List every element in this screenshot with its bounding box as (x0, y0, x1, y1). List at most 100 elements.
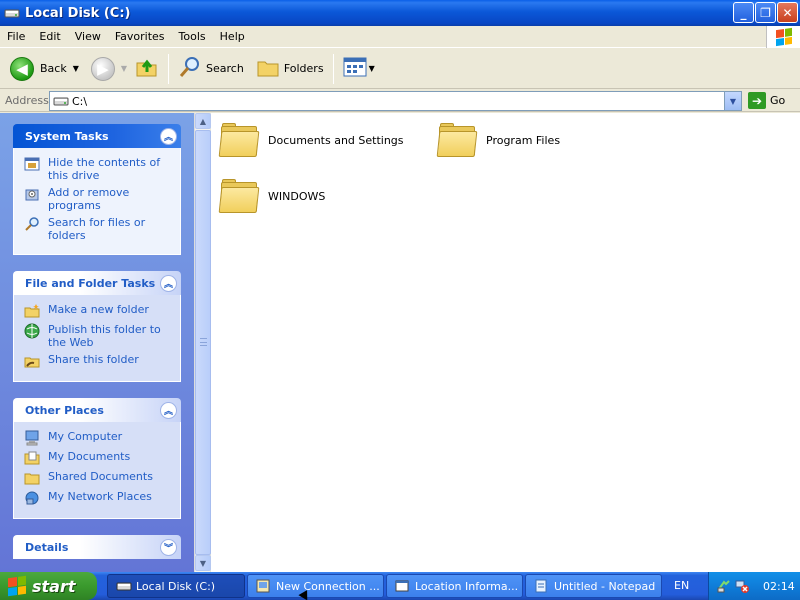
shared-documents-icon (24, 470, 40, 486)
address-bar: Address C:\ ▼ ➔ Go (0, 90, 800, 112)
file-folder-tasks-body: Make a new folder Publish this folder to… (13, 295, 181, 382)
menu-help[interactable]: Help (213, 30, 252, 43)
views-icon (343, 56, 367, 81)
collapse-chevron-icon[interactable]: ︽ (160, 127, 177, 145)
file-folder-tasks-panel: File and Folder Tasks ︽ Make a new folde… (13, 271, 181, 382)
place-shared-documents[interactable]: Shared Documents (24, 470, 172, 486)
menu-view[interactable]: View (68, 30, 108, 43)
scroll-up-icon[interactable]: ▲ (195, 113, 211, 129)
share-folder-icon (24, 353, 40, 369)
scroll-thumb[interactable] (195, 130, 211, 555)
go-label: Go (770, 94, 786, 107)
clock[interactable]: 02:14 (763, 580, 795, 593)
task-share-folder[interactable]: Share this folder (24, 353, 172, 369)
task-label: Add or remove programs (48, 186, 130, 212)
forward-dropdown-icon[interactable]: ▼ (121, 64, 127, 73)
go-button[interactable]: ➔ Go (748, 92, 785, 109)
system-tasks-title: System Tasks (25, 129, 109, 143)
up-folder-button[interactable] (131, 52, 163, 86)
task-search-files[interactable]: Search for files or folders (24, 216, 172, 242)
close-button[interactable]: ✕ (777, 2, 798, 23)
search-button[interactable]: Search (174, 52, 248, 86)
file-folder-tasks-title: File and Folder Tasks (25, 276, 156, 290)
back-dropdown-icon[interactable]: ▼ (73, 64, 79, 73)
taskbar-button-new-connection[interactable]: New Connection ... (247, 574, 384, 598)
menu-tools[interactable]: Tools (172, 30, 213, 43)
search-icon (24, 216, 40, 232)
network-places-icon (24, 490, 40, 506)
task-label: Search for files or folders (48, 216, 146, 242)
my-documents-icon (24, 450, 40, 466)
task-pane-scrollbar[interactable]: ▲ ▼ (194, 113, 211, 572)
folder-name: WINDOWS (268, 189, 326, 203)
taskbar-button-notepad[interactable]: Untitled - Notepad (525, 574, 662, 598)
drive-icon (116, 579, 132, 593)
search-label: Search (206, 62, 244, 75)
other-places-panel: Other Places ︽ My Computer My Documents (13, 398, 181, 519)
folder-name: Program Files (486, 133, 561, 147)
views-button[interactable]: ▼ (339, 52, 379, 86)
network-disconnected-icon[interactable] (735, 579, 749, 593)
add-remove-programs-icon (24, 186, 40, 202)
task-make-new-folder[interactable]: Make a new folder (24, 303, 172, 319)
details-title: Details (25, 540, 69, 554)
task-label: Publish this folder to the Web (48, 323, 161, 349)
toolbar: ◀ Back ▼ ▶ ▼ Search Folders ▼ (0, 49, 800, 89)
up-folder-icon (135, 55, 159, 82)
taskbar-button-label: Untitled - Notepad (554, 579, 656, 593)
menu-file[interactable]: File (0, 30, 32, 43)
collapse-chevron-icon[interactable]: ︽ (160, 274, 177, 292)
place-my-documents[interactable]: My Documents (24, 450, 172, 466)
windows-flag-icon (8, 575, 26, 597)
place-network-places[interactable]: My Network Places (24, 490, 172, 506)
windows-flag-icon (775, 27, 792, 47)
other-places-header[interactable]: Other Places ︽ (13, 398, 181, 422)
back-button[interactable]: ◀ Back ▼ (6, 52, 83, 86)
file-folder-tasks-header[interactable]: File and Folder Tasks ︽ (13, 271, 181, 295)
task-pane: System Tasks ︽ Hide the contents of this… (0, 113, 194, 572)
place-my-computer[interactable]: My Computer (24, 430, 172, 446)
folders-button[interactable]: Folders (252, 52, 328, 86)
menu-bar: File Edit View Favorites Tools Help (0, 26, 800, 48)
menu-edit[interactable]: Edit (32, 30, 67, 43)
collapse-chevron-icon[interactable]: ︽ (160, 401, 177, 419)
task-publish-web[interactable]: Publish this folder to the Web (24, 323, 172, 349)
folder-item[interactable]: WINDOWS (218, 179, 326, 213)
my-computer-icon (24, 430, 40, 446)
address-dropdown-icon[interactable]: ▼ (724, 92, 741, 110)
folder-content-view: Documents and Settings Program Files WIN… (211, 113, 800, 572)
views-dropdown-icon: ▼ (368, 64, 375, 73)
address-input[interactable]: C:\ ▼ (49, 91, 742, 111)
system-tray: 02:14 (708, 572, 800, 600)
safely-remove-hardware-icon[interactable] (717, 579, 731, 593)
taskbar-button-location-info[interactable]: Location Informa... (386, 574, 523, 598)
folder-item[interactable]: Documents and Settings (218, 123, 404, 157)
hide-contents-icon (24, 156, 40, 172)
forward-button[interactable]: ▶ ▼ (87, 52, 131, 86)
taskbar-button-label: Local Disk (C:) (136, 579, 216, 593)
publish-web-icon (24, 323, 40, 339)
address-value: C:\ (72, 94, 88, 108)
task-hide-contents[interactable]: Hide the contents of this drive (24, 156, 172, 182)
folder-item[interactable]: Program Files (436, 123, 561, 157)
expand-chevron-icon[interactable]: ︾ (160, 538, 177, 556)
address-label: Address (5, 94, 49, 107)
taskbar: start Local Disk (C:) New Connection ...… (0, 572, 800, 600)
title-bar[interactable]: Local Disk (C:) _ ❐ ✕ (0, 0, 800, 26)
start-button[interactable]: start (0, 572, 97, 600)
minimize-icon: _ (740, 5, 747, 20)
task-add-remove-programs[interactable]: Add or remove programs (24, 186, 172, 212)
windows-logo (766, 26, 800, 48)
network-connection-icon (256, 579, 270, 593)
menu-favorites[interactable]: Favorites (108, 30, 172, 43)
maximize-button[interactable]: ❐ (755, 2, 776, 23)
language-indicator[interactable]: EN (674, 579, 689, 592)
details-header[interactable]: Details ︾ (13, 535, 181, 559)
details-panel: Details ︾ (13, 535, 181, 559)
taskbar-button-local-disk[interactable]: Local Disk (C:) (107, 574, 245, 598)
restore-icon: ❐ (760, 5, 771, 20)
system-tasks-header[interactable]: System Tasks ︽ (13, 124, 181, 148)
taskbar-button-label: Location Informa... (415, 579, 519, 593)
scroll-down-icon[interactable]: ▼ (195, 555, 211, 571)
minimize-button[interactable]: _ (733, 2, 754, 23)
